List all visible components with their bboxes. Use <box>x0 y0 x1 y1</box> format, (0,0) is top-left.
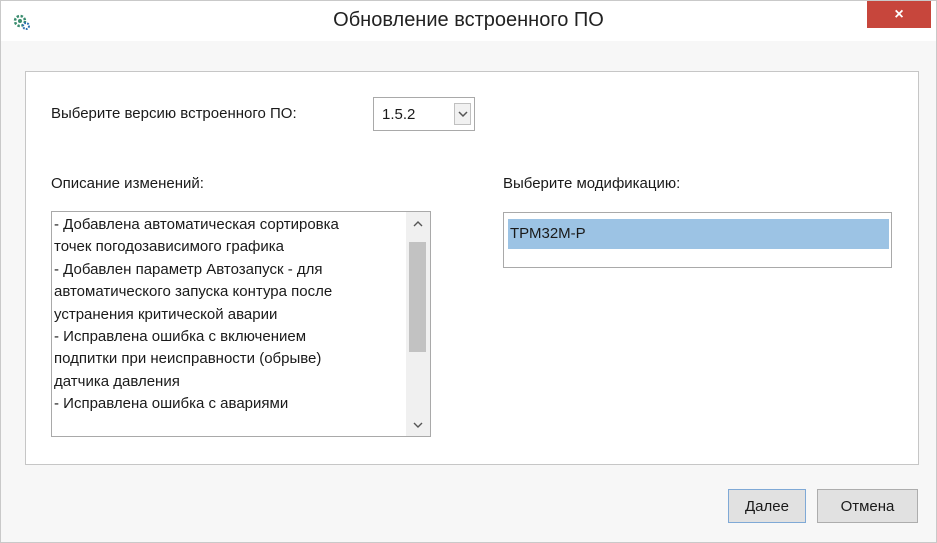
changes-line: - Добавлен параметр Автозапуск - для <box>54 260 323 278</box>
chevron-up-icon <box>413 221 423 227</box>
changes-line: - Исправлена ошибка с авариями <box>54 395 289 413</box>
modification-list[interactable]: ТРМ32М-Р <box>503 212 892 268</box>
version-label: Выберите версию встроенного ПО: <box>51 105 297 122</box>
version-select-value: 1.5.2 <box>382 106 416 123</box>
changes-line: - Добавлена автоматическая сортировка <box>54 216 339 233</box>
changes-line: автоматического запуска контура после <box>54 283 333 301</box>
firmware-update-dialog: Обновление встроенного ПО × Выберите вер… <box>0 0 937 543</box>
changes-line: подпитки при неисправности (обрыве) <box>54 350 322 368</box>
version-dropdown-button[interactable] <box>454 103 471 125</box>
title-bar[interactable]: Обновление встроенного ПО × <box>1 1 936 41</box>
window-title: Обновление встроенного ПО <box>333 9 604 31</box>
changes-text: - Добавлена автоматическая сортировка то… <box>54 214 404 416</box>
changes-line: точек погодозависимого графика <box>54 238 285 256</box>
changes-line: устранения критической аварии <box>54 305 278 323</box>
changes-textbox[interactable]: - Добавлена автоматическая сортировка то… <box>51 211 431 437</box>
next-button[interactable]: Далее <box>728 489 806 523</box>
scroll-up-button[interactable] <box>406 212 430 234</box>
changes-line: - Исправлена ошибка с включением <box>54 328 307 346</box>
changes-label: Описание изменений: <box>51 175 204 192</box>
modification-list-item[interactable]: ТРМ32М-Р <box>508 219 889 249</box>
chevron-down-icon <box>413 422 423 428</box>
version-select[interactable]: 1.5.2 <box>373 97 475 131</box>
modification-label: Выберите модификацию: <box>503 175 681 192</box>
changes-line: датчика давления <box>54 372 180 390</box>
scroll-thumb[interactable] <box>409 242 426 352</box>
changes-scrollbar[interactable] <box>406 212 430 436</box>
cancel-button[interactable]: Отмена <box>817 489 918 523</box>
scroll-down-button[interactable] <box>406 414 430 436</box>
close-button[interactable]: × <box>867 1 931 28</box>
close-icon: × <box>894 6 904 23</box>
chevron-down-icon <box>458 111 468 118</box>
